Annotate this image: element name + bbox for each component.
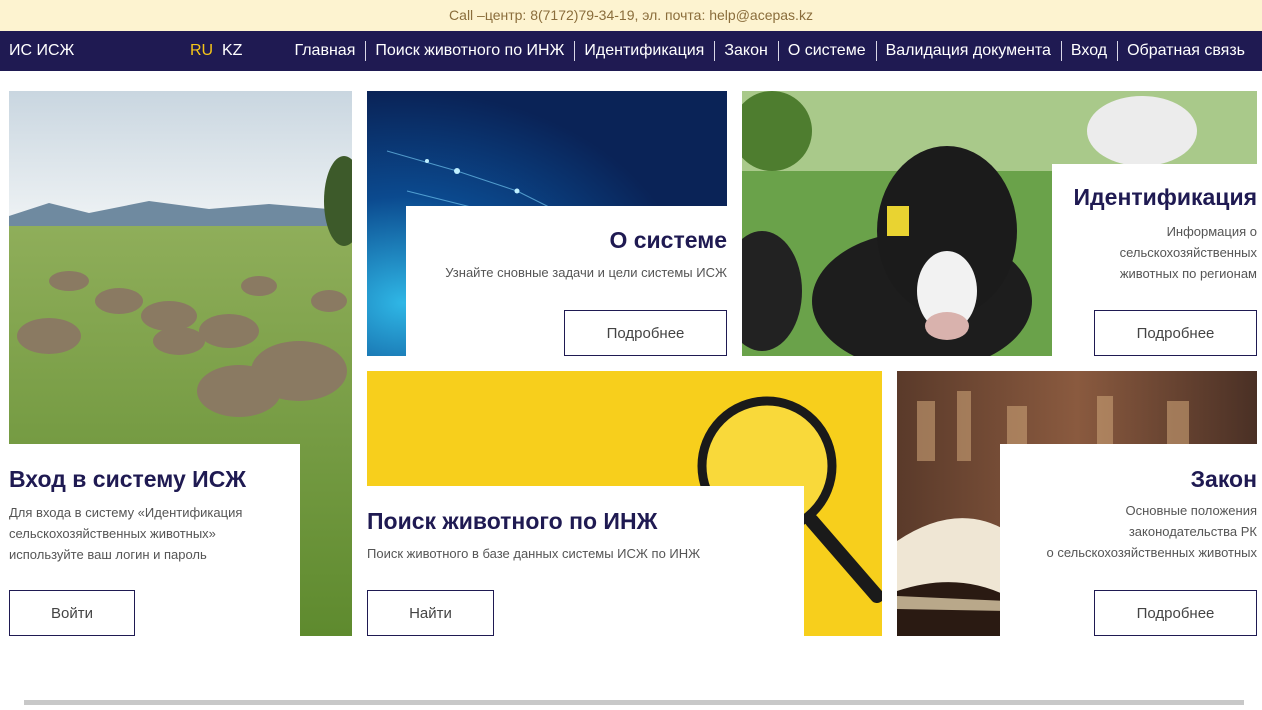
about-title: О системе: [609, 227, 727, 253]
law-title: Закон: [1190, 466, 1257, 492]
about-description: Узнайте сновные задачи и цели системы ИС…: [445, 265, 727, 280]
law-more-button[interactable]: Подробнее: [1094, 590, 1257, 636]
login-panel: Вход в систему ИСЖ Для входа в систему «…: [9, 444, 300, 636]
contact-text: Call –центр: 8(7172)79-34-19, эл. почта:…: [449, 7, 813, 23]
identification-desc-line-3: животных по регионам: [1119, 266, 1257, 281]
law-card: Закон Основные положения законодательств…: [897, 371, 1257, 636]
nav-login[interactable]: Вход: [1060, 31, 1117, 71]
contact-bar: Call –центр: 8(7172)79-34-19, эл. почта:…: [0, 0, 1262, 31]
about-more-button[interactable]: Подробнее: [564, 310, 727, 356]
identification-title: Идентификация: [1073, 184, 1257, 210]
login-desc-line-2: сельскохозяйственных животных»: [9, 526, 216, 541]
identification-desc-line-1: Информация о: [1166, 224, 1257, 239]
identification-panel: Идентификация Информация о сельскохозяйс…: [1052, 164, 1257, 356]
identification-more-button[interactable]: Подробнее: [1094, 310, 1257, 356]
search-panel: Поиск животного по ИНЖ Поиск животного в…: [367, 486, 804, 636]
identification-description: Информация о сельскохозяйственных животн…: [1120, 221, 1257, 284]
about-card: О системе Узнайте сновные задачи и цели …: [367, 91, 727, 356]
law-desc-line-1: Основные положения: [1125, 503, 1258, 518]
navbar: ИС ИСЖ RU KZ Главная Поиск животного по …: [0, 31, 1262, 71]
identification-card: Идентификация Информация о сельскохозяйс…: [742, 91, 1257, 356]
lang-kz-link[interactable]: KZ: [222, 31, 242, 71]
login-desc-line-1: Для входа в систему «Идентификация: [9, 505, 243, 520]
search-title: Поиск животного по ИНЖ: [367, 508, 658, 534]
law-desc-line-2: законодательства РК: [1128, 524, 1257, 539]
nav-law[interactable]: Закон: [714, 31, 777, 71]
law-description: Основные положения законодательства РК о…: [1046, 500, 1257, 563]
main-menu: Главная Поиск животного по ИНЖ Идентифик…: [284, 31, 1255, 71]
identification-desc-line-2: сельскохозяйственных: [1119, 245, 1257, 260]
login-title: Вход в систему ИСЖ: [9, 466, 247, 492]
law-panel: Закон Основные положения законодательств…: [1000, 444, 1257, 636]
law-desc-line-3: о сельскохозяйственных животных: [1046, 545, 1257, 560]
nav-about[interactable]: О системе: [777, 31, 876, 71]
search-description: Поиск животного в базе данных системы ИС…: [367, 546, 701, 561]
nav-validation[interactable]: Валидация документа: [875, 31, 1061, 71]
horizontal-scrollbar[interactable]: [24, 700, 1244, 705]
search-card: Поиск животного по ИНЖ Поиск животного в…: [367, 371, 882, 636]
lang-ru-link[interactable]: RU: [190, 31, 213, 71]
nav-identification[interactable]: Идентификация: [574, 31, 714, 71]
nav-search-animal[interactable]: Поиск животного по ИНЖ: [365, 31, 574, 71]
nav-feedback[interactable]: Обратная связь: [1117, 31, 1255, 71]
login-description: Для входа в систему «Идентификация сельс…: [9, 502, 299, 565]
about-panel: О системе Узнайте сновные задачи и цели …: [406, 206, 727, 356]
login-card: Вход в систему ИСЖ Для входа в систему «…: [9, 91, 352, 636]
search-find-button[interactable]: Найти: [367, 590, 494, 636]
brand-logo[interactable]: ИС ИСЖ: [9, 31, 74, 71]
login-desc-line-3: используйте ваш логин и пароль: [9, 547, 207, 562]
login-button[interactable]: Войти: [9, 590, 135, 636]
nav-home[interactable]: Главная: [284, 31, 365, 71]
